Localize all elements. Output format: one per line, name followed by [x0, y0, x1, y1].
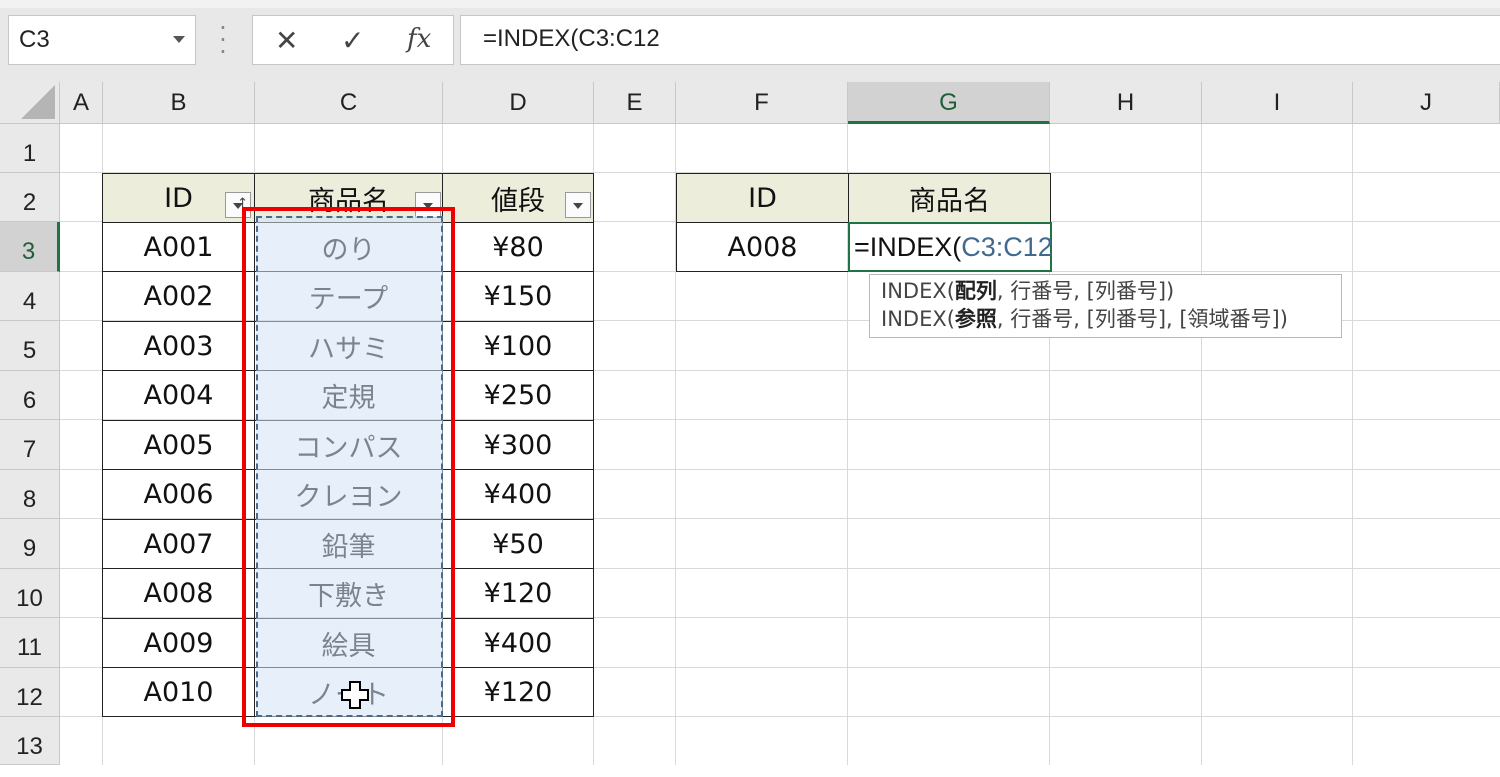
tooltip-arg-bold[interactable]: 参照	[955, 307, 997, 331]
column-header-d[interactable]: D	[443, 82, 594, 124]
chevron-down-icon[interactable]	[173, 36, 185, 43]
formula-buttons: ✕ ✓ fx	[252, 15, 454, 65]
row-header-1[interactable]: 1	[0, 124, 60, 173]
enter-icon[interactable]: ✓	[341, 24, 364, 57]
table-cell-id[interactable]: A001	[102, 222, 255, 272]
function-tooltip: INDEX(配列, 行番号, [列番号]) INDEX(参照, 行番号, [列番…	[869, 274, 1342, 338]
tooltip-line-array[interactable]: INDEX(配列, 行番号, [列番号])	[881, 277, 1341, 305]
ribbon-edge	[0, 0, 1500, 8]
row-header-8[interactable]: 8	[0, 470, 60, 519]
row-header-12[interactable]: 12	[0, 668, 60, 717]
formula-text: =INDEX(C3:C12	[483, 25, 660, 52]
lookup-header-id[interactable]: ID	[676, 173, 849, 223]
table-cell-price[interactable]: ¥150	[442, 271, 594, 322]
header-label: 値段	[491, 185, 545, 217]
tooltip-rest: , 行番号, [列番号])	[996, 279, 1175, 303]
table-cell-price[interactable]: ¥400	[442, 469, 594, 520]
row-header-13[interactable]: 13	[0, 717, 60, 765]
tooltip-line-reference[interactable]: INDEX(参照, 行番号, [列番号], [領域番号])	[881, 305, 1341, 333]
column-header-h[interactable]: H	[1050, 82, 1202, 124]
column-header-g[interactable]: G	[848, 82, 1050, 124]
row-header-7[interactable]: 7	[0, 420, 60, 470]
row-header-5[interactable]: 5	[0, 321, 60, 371]
row-header-11[interactable]: 11	[0, 618, 60, 668]
table-cell-price[interactable]: ¥50	[442, 519, 594, 569]
name-box[interactable]: C3	[8, 15, 196, 65]
lookup-id-cell[interactable]: A008	[676, 222, 849, 272]
formula-toolbar: C3 · · · ✕ ✓ fx =INDEX(C3:C12	[0, 0, 1500, 82]
row-header-4[interactable]: 4	[0, 272, 60, 321]
row-header-3[interactable]: 3	[0, 222, 60, 272]
column-header-a[interactable]: A	[60, 82, 103, 124]
row-header-2[interactable]: 2	[0, 173, 60, 222]
column-header-i[interactable]: I	[1202, 82, 1353, 124]
table-cell-id[interactable]: A010	[102, 667, 255, 717]
table-cell-price[interactable]: ¥120	[442, 568, 594, 619]
tooltip-arg-bold[interactable]: 配列	[955, 279, 997, 303]
column-header-c[interactable]: C	[255, 82, 443, 124]
table-cell-price[interactable]: ¥400	[442, 618, 594, 668]
row-header-6[interactable]: 6	[0, 371, 60, 420]
table-cell-price[interactable]: ¥250	[442, 370, 594, 421]
table-cell-id[interactable]: A007	[102, 519, 255, 569]
table-cell-id[interactable]: A006	[102, 469, 255, 520]
table-cell-price[interactable]: ¥80	[442, 222, 594, 272]
name-box-value: C3	[19, 26, 50, 53]
header-label: ID	[164, 182, 193, 214]
filter-dropdown-button[interactable]	[565, 192, 591, 218]
table-cell-price[interactable]: ¥300	[442, 420, 594, 470]
table-header-price[interactable]: 値段	[442, 173, 594, 223]
column-header-b[interactable]: B	[103, 82, 255, 124]
table-cell-price[interactable]: ¥100	[442, 321, 594, 371]
select-all-triangle-icon	[21, 85, 55, 119]
lookup-header-product-name[interactable]: 商品名	[848, 173, 1051, 223]
table-cell-id[interactable]: A005	[102, 420, 255, 470]
row-header-9[interactable]: 9	[0, 519, 60, 569]
column-header-f[interactable]: F	[676, 82, 848, 124]
column-header-j[interactable]: J	[1353, 82, 1500, 124]
cell-cursor-icon	[341, 681, 369, 709]
formula-input[interactable]: =INDEX(C3:C12	[460, 15, 1500, 65]
insert-function-icon[interactable]: fx	[407, 24, 431, 54]
table-cell-id[interactable]: A003	[102, 321, 255, 371]
select-all-button[interactable]	[0, 82, 60, 124]
column-header-e[interactable]: E	[594, 82, 676, 124]
vertical-dots-icon[interactable]: · · ·	[216, 16, 230, 64]
tooltip-fn: INDEX(	[881, 279, 955, 303]
table-cell-id[interactable]: A004	[102, 370, 255, 421]
table-cell-price[interactable]: ¥120	[442, 667, 594, 717]
active-edit-cell[interactable]: =INDEX(C3:C12	[848, 222, 1053, 272]
row-header-10[interactable]: 10	[0, 569, 60, 618]
tooltip-rest: , 行番号, [列番号], [領域番号])	[996, 307, 1288, 331]
formula-prefix: =INDEX(	[854, 232, 962, 262]
table-header-id[interactable]: ID ↑	[102, 173, 255, 223]
table-cell-id[interactable]: A008	[102, 568, 255, 619]
cancel-icon[interactable]: ✕	[275, 24, 298, 57]
formula-range-ref: C3:C12	[961, 232, 1053, 262]
tooltip-fn: INDEX(	[881, 307, 955, 331]
highlight-box	[242, 207, 455, 727]
table-cell-id[interactable]: A002	[102, 271, 255, 322]
table-cell-id[interactable]: A009	[102, 618, 255, 668]
